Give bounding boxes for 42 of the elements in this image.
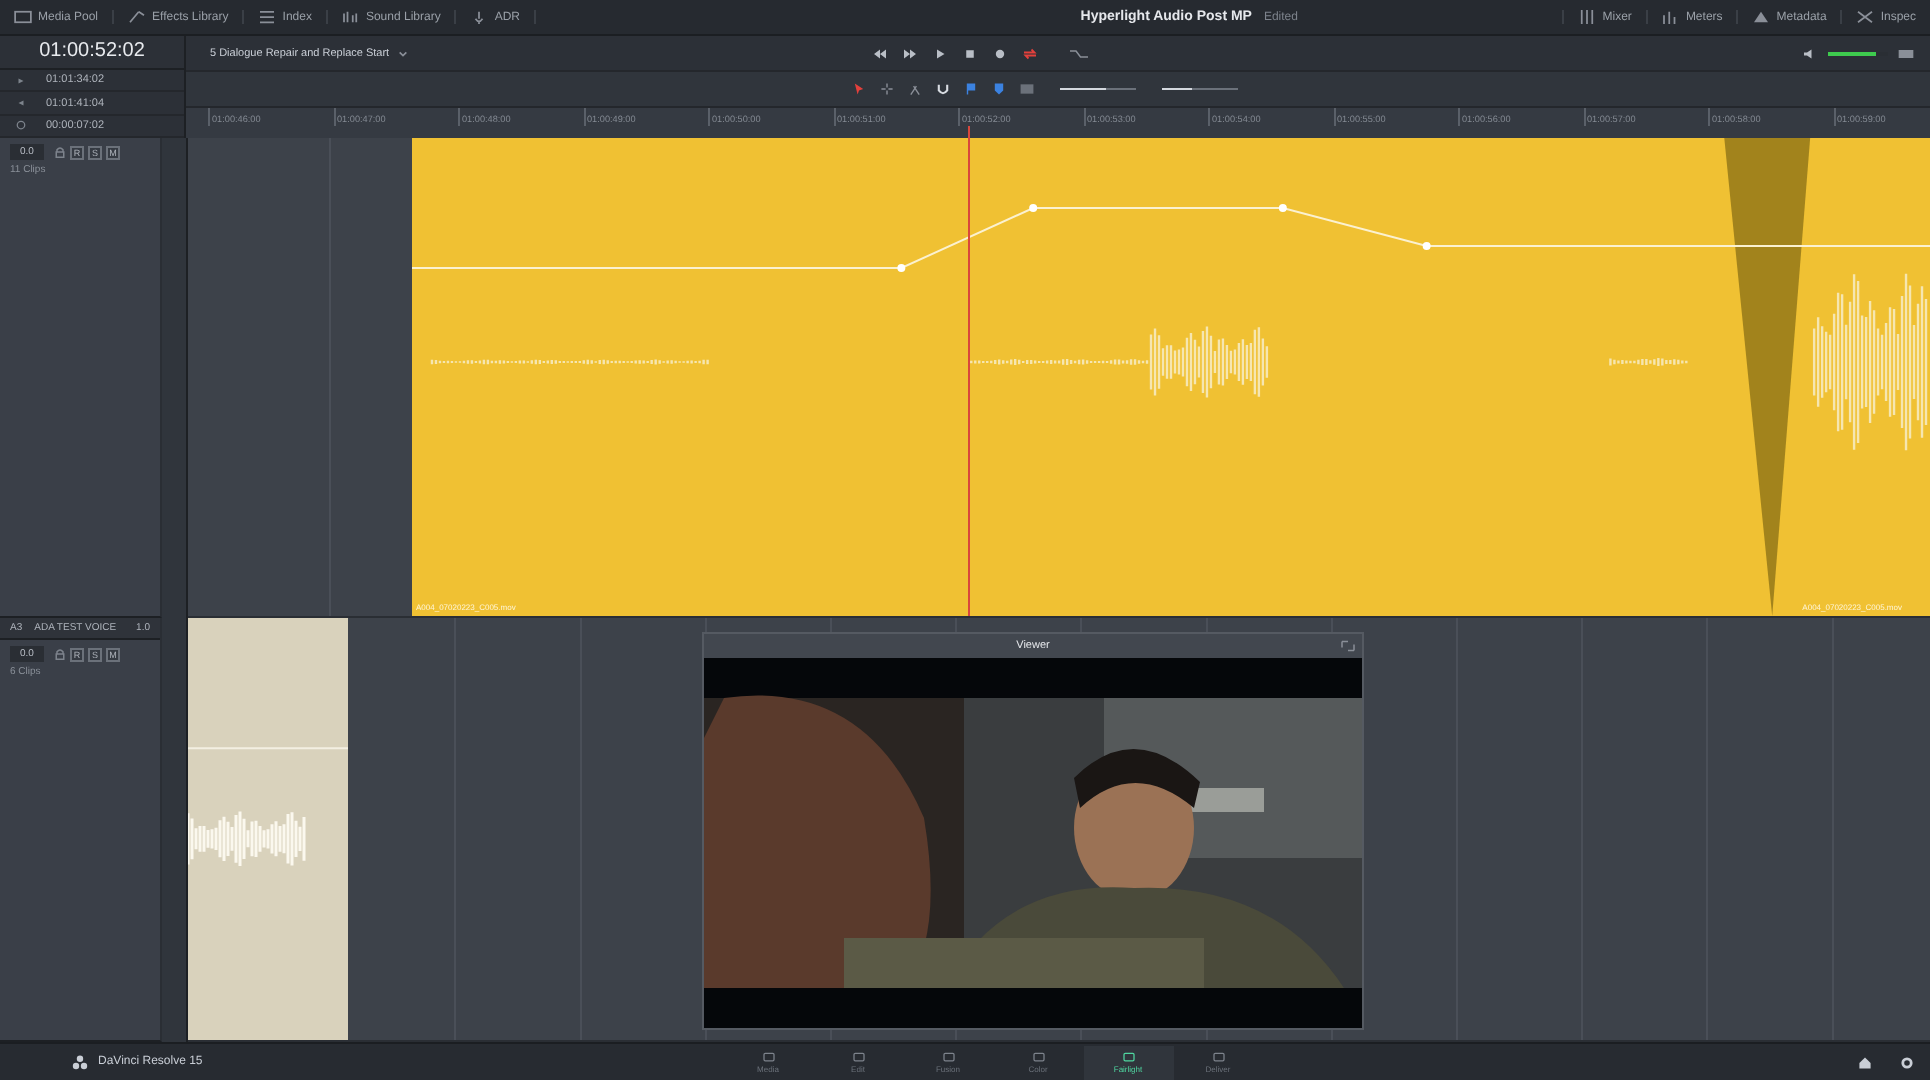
bar-chart-icon <box>1661 10 1680 24</box>
flag-icon[interactable] <box>964 81 978 96</box>
page-icon <box>1031 1051 1045 1061</box>
list-icon <box>258 10 277 24</box>
page-icon <box>851 1051 865 1061</box>
page-icon <box>1211 1051 1225 1061</box>
volume-curve[interactable] <box>412 204 1930 272</box>
play-icon[interactable] <box>932 47 948 60</box>
triangle-icon <box>1752 10 1771 24</box>
stop-icon[interactable] <box>962 47 978 60</box>
page-icon <box>1121 1051 1135 1061</box>
marker-icon[interactable] <box>992 81 1006 96</box>
speaker-icon[interactable] <box>1802 47 1818 60</box>
home-icon[interactable] <box>1858 1055 1872 1069</box>
crosshair-icon[interactable] <box>880 81 894 96</box>
snap-icon[interactable] <box>936 81 950 96</box>
marker-icon <box>16 75 26 86</box>
app-logo-icon <box>72 1054 88 1070</box>
microphone-icon <box>470 10 489 24</box>
audio-clip[interactable] <box>188 618 348 1040</box>
page-icon <box>941 1051 955 1061</box>
volume-slider[interactable] <box>1828 51 1876 56</box>
fast-forward-icon[interactable] <box>902 47 918 60</box>
pointer-icon[interactable] <box>852 81 866 96</box>
page-icon <box>761 1051 775 1061</box>
settings-icon[interactable] <box>1900 1055 1914 1069</box>
rewind-icon[interactable] <box>872 47 888 60</box>
caret-icon <box>397 49 408 58</box>
automation-icon[interactable] <box>1068 47 1090 60</box>
lock-icon[interactable] <box>53 146 66 158</box>
timecode-display: 01:00:52:02 <box>0 36 184 70</box>
expand-icon[interactable] <box>1340 640 1356 652</box>
cross-icon <box>1856 10 1875 24</box>
waveform <box>188 810 306 868</box>
marker-icon <box>16 98 26 108</box>
music-icon <box>341 10 360 24</box>
record-icon[interactable] <box>992 47 1008 60</box>
lock-icon[interactable] <box>53 648 66 660</box>
sliders-icon <box>1578 10 1597 24</box>
loop-icon[interactable] <box>1022 47 1038 60</box>
clock-icon <box>16 120 26 131</box>
screen-icon <box>14 10 32 24</box>
